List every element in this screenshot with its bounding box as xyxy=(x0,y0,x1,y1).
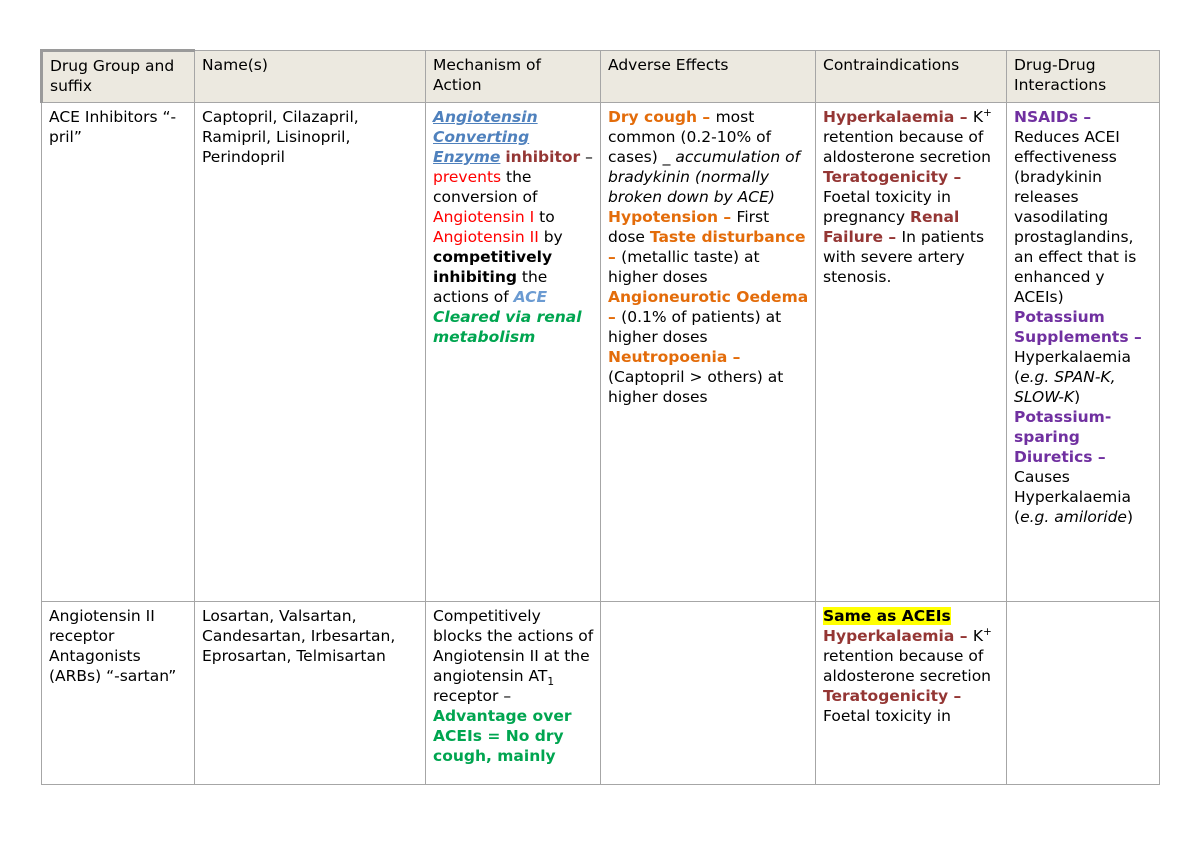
ae-taste-disturbance-text: (metallic taste) at higher doses xyxy=(608,247,760,286)
cell-adverse-effects xyxy=(600,600,816,785)
ddi-potassium-supplements-heading: Potassium Supplements – xyxy=(1014,307,1142,346)
table-row: Angiotensin II receptor Antagonists (ARB… xyxy=(41,600,1160,785)
table-row: ACE Inhibitors “-pril” Captopril, Cilaza… xyxy=(41,101,1160,602)
contraindications-text: Hyperkalaemia – K+ retention because of … xyxy=(823,108,1000,288)
cell-drug-group: ACE Inhibitors “-pril” xyxy=(41,101,195,602)
ci-hyperkalaemia-text: retention because of aldosterone secreti… xyxy=(823,127,992,166)
ae-angioneurotic-oedema-text: (0.1% of patients) at higher doses xyxy=(608,307,782,346)
column-header-contraindications: Contraindications xyxy=(815,50,1007,103)
column-header-mechanism-of-action: Mechanism of Action xyxy=(425,50,601,103)
ddi-potassium-supplements-close: ) xyxy=(1074,387,1081,406)
moa-prevents: prevents xyxy=(433,167,502,186)
adverse-effects-text: Dry cough – most common (0.2-10% of case… xyxy=(608,108,809,408)
ci-teratogenicity-text: Foetal toxicity in xyxy=(823,706,951,725)
moa-by: by xyxy=(538,227,563,246)
column-header-names: Name(s) xyxy=(194,50,426,103)
cell-contraindications: Hyperkalaemia – K+ retention because of … xyxy=(815,101,1007,602)
ci-hyperkalaemia-text: retention because of aldosterone secreti… xyxy=(823,646,992,685)
cell-mechanism-of-action: Angiotensin Converting Enzyme inhibitor … xyxy=(425,101,601,602)
cell-drug-group: Angiotensin II receptor Antagonists (ARB… xyxy=(41,600,195,785)
moa-dash: – xyxy=(580,147,593,166)
mechanism-text: Angiotensin Converting Enzyme inhibitor … xyxy=(433,108,594,348)
cell-names: Captopril, Cilazapril, Ramipril, Lisinop… xyxy=(194,101,426,602)
ci-potassium-symbol: K xyxy=(972,107,984,126)
ae-neutropoenia-heading: Neutropoenia – xyxy=(608,347,741,366)
header-row: Drug Group and suffix Name(s) Mechanism … xyxy=(40,49,1160,103)
ci-teratogenicity-heading: Teratogenicity – xyxy=(823,167,962,186)
ddi-potassium-supplements-examples: e.g. SPAN-K, SLOW-K xyxy=(1014,367,1116,406)
cell-drug-drug-interactions xyxy=(1006,600,1160,785)
cell-contraindications: Same as ACEIs Hyperkalaemia – K+ retentio… xyxy=(815,600,1007,785)
moa-to: to xyxy=(534,207,555,226)
cell-names: Losartan, Valsartan, Candesartan, Irbesa… xyxy=(194,600,426,785)
moa-arb-receptor: receptor – xyxy=(433,686,512,705)
ci-potassium-symbol: K xyxy=(972,626,984,645)
drug-classes-table: Drug Group and suffix Name(s) Mechanism … xyxy=(40,49,1160,785)
table-body: ACE Inhibitors “-pril” Captopril, Cilaza… xyxy=(41,101,1160,785)
column-header-drug-group: Drug Group and suffix xyxy=(40,49,195,103)
ddi-nsaids-text: Reduces ACEI effectiveness (bradykinin r… xyxy=(1014,127,1137,306)
ci-potassium-charge: + xyxy=(983,106,992,119)
ddi-nsaids-heading: NSAIDs – xyxy=(1014,107,1092,126)
ddi-potassium-sparing-heading: Potassium-sparing Diuretics – xyxy=(1014,407,1112,466)
ae-hypotension-heading: Hypotension – xyxy=(608,207,737,226)
cell-drug-drug-interactions: NSAIDs – Reduces ACEI effectiveness (bra… xyxy=(1006,101,1160,602)
ddi-potassium-sparing-close: ) xyxy=(1126,507,1134,526)
ae-dry-cough-heading: Dry cough – xyxy=(608,107,716,126)
moa-at1-subscript: 1 xyxy=(547,676,555,689)
cell-mechanism-of-action: Competitively blocks the actions of Angi… xyxy=(425,600,601,785)
moa-arb-text: Competitively blocks the actions of Angi… xyxy=(433,606,594,685)
moa-inhibitor: inhibitor xyxy=(505,147,581,166)
interactions-text: NSAIDs – Reduces ACEI effectiveness (bra… xyxy=(1014,108,1153,528)
mechanism-text: Competitively blocks the actions of Angi… xyxy=(433,607,594,767)
ci-hyperkalaemia-heading: Hyperkalaemia – xyxy=(823,626,973,645)
ci-potassium-charge: + xyxy=(983,625,992,638)
contraindications-text: Same as ACEIs Hyperkalaemia – K+ retentio… xyxy=(823,606,1000,727)
column-header-drug-drug-interactions: Drug-Drug Interactions xyxy=(1006,50,1160,103)
column-header-adverse-effects: Adverse Effects xyxy=(600,50,816,103)
ae-neutropoenia-text: (Captopril > others) at higher doses xyxy=(608,367,784,406)
moa-ace-abbrev: ACE xyxy=(513,287,548,306)
ci-hyperkalaemia-heading: Hyperkalaemia – xyxy=(823,107,973,126)
ci-same-as-aceis-badge: Same as ACEIs xyxy=(823,606,951,625)
moa-angiotensin-2: Angiotensin II xyxy=(433,227,539,246)
moa-angiotensin-1: Angiotensin I xyxy=(433,207,535,226)
ddi-potassium-sparing-examples: e.g. amiloride xyxy=(1020,507,1127,526)
cell-adverse-effects: Dry cough – most common (0.2-10% of case… xyxy=(600,101,816,602)
table-header: Drug Group and suffix Name(s) Mechanism … xyxy=(40,49,1160,103)
document-page: Drug Group and suffix Name(s) Mechanism … xyxy=(0,0,1200,848)
moa-arb-advantage: Advantage over ACEIs = No dry cough, mai… xyxy=(433,706,572,765)
moa-renal-clearance: Cleared via renal metabolism xyxy=(433,307,582,346)
ci-teratogenicity-heading: Teratogenicity – xyxy=(823,686,962,705)
